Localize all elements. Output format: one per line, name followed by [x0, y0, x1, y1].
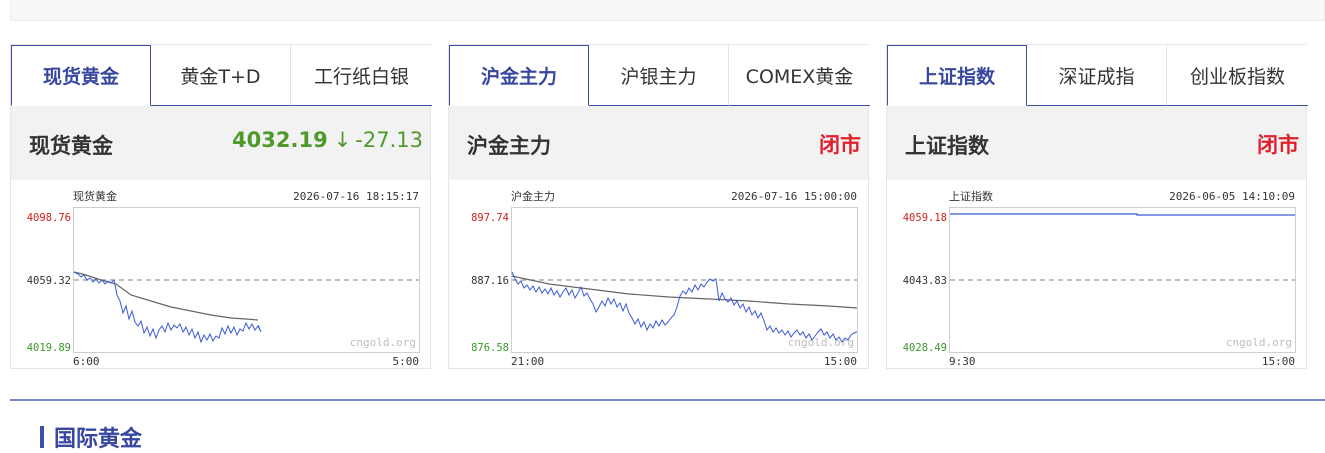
- tab-sse-composite[interactable]: 上证指数: [887, 45, 1027, 106]
- tab-bar: 沪金主力 沪银主力 COMEX黄金: [449, 45, 870, 106]
- quote-panel-shfe: 沪金主力 沪银主力 COMEX黄金 沪金主力 闭市 沪金主力 2026-07-1…: [448, 44, 870, 369]
- y-label-mid: 4059.32: [27, 275, 71, 287]
- quote-name: 上证指数: [905, 134, 989, 158]
- quote-info: 沪金主力 闭市: [449, 106, 868, 180]
- x-label-end: 15:00: [824, 355, 857, 368]
- tab-szse-component[interactable]: 深证成指: [1027, 45, 1167, 106]
- section-marker: [40, 426, 44, 448]
- x-label-end: 15:00: [1262, 355, 1295, 368]
- down-arrow-icon: ↓: [333, 128, 352, 152]
- quote-price-group: 4032.19 ↓ -27.13: [232, 128, 423, 152]
- watermark: cngold.org: [788, 336, 854, 349]
- y-label-high: 897.74: [471, 212, 509, 224]
- tab-bar: 现货黄金 黄金T+D 工行纸白银: [11, 45, 432, 106]
- intraday-chart[interactable]: 沪金主力 2026-07-16 15:00:00 897.74 887.16 8…: [449, 180, 870, 369]
- y-label-mid: 887.16: [471, 275, 509, 287]
- tab-shfe-silver[interactable]: 沪银主力: [589, 45, 729, 106]
- chart-title: 沪金主力: [511, 189, 555, 203]
- x-label-start: 6:00: [73, 355, 100, 368]
- tab-gold-td[interactable]: 黄金T+D: [151, 45, 291, 106]
- intraday-chart[interactable]: 现货黄金 2026-07-16 18:15:17 4098.76 4059.32…: [11, 180, 432, 369]
- quote-info: 现货黄金 4032.19 ↓ -27.13: [11, 106, 430, 180]
- y-label-low: 876.58: [471, 342, 509, 354]
- tab-chinext-index[interactable]: 创业板指数: [1167, 45, 1308, 106]
- quote-panel-index: 上证指数 深证成指 创业板指数 上证指数 闭市 上证指数 2026-06-05 …: [886, 44, 1308, 369]
- quote-panel-gold: 现货黄金 黄金T+D 工行纸白银 现货黄金 4032.19 ↓ -27.13 现货黄…: [10, 44, 432, 369]
- section-divider: [10, 399, 1325, 401]
- tab-comex-gold[interactable]: COMEX黄金: [729, 45, 870, 106]
- quote-price: 4032.19: [232, 128, 328, 152]
- chart-title: 现货黄金: [73, 189, 117, 203]
- chart-datetime: 2026-06-05 14:10:09: [1169, 190, 1295, 203]
- y-label-high: 4098.76: [27, 212, 71, 224]
- chart-datetime: 2026-07-16 15:00:00: [731, 190, 857, 203]
- quote-name: 沪金主力: [467, 134, 551, 158]
- tab-shfe-gold[interactable]: 沪金主力: [449, 45, 589, 106]
- chart-datetime: 2026-07-16 18:15:17: [293, 190, 419, 203]
- market-status: 闭市: [819, 133, 861, 157]
- tab-bar: 上证指数 深证成指 创业板指数: [887, 45, 1308, 106]
- quote-info: 上证指数 闭市: [887, 106, 1306, 180]
- y-label-high: 4059.18: [903, 212, 947, 224]
- x-label-start: 21:00: [511, 355, 544, 368]
- tab-icbc-paper-silver[interactable]: 工行纸白银: [291, 45, 432, 106]
- tab-spot-gold[interactable]: 现货黄金: [11, 45, 151, 106]
- x-label-end: 5:00: [393, 355, 420, 368]
- watermark: cngold.org: [1226, 336, 1292, 349]
- section-title: 国际黄金: [54, 427, 143, 452]
- y-label-mid: 4043.83: [903, 275, 947, 287]
- chart-title: 上证指数: [949, 189, 993, 203]
- quote-change: -27.13: [355, 128, 423, 152]
- x-label-start: 9:30: [949, 355, 976, 368]
- quote-name: 现货黄金: [29, 134, 113, 158]
- watermark: cngold.org: [350, 336, 416, 349]
- market-status: 闭市: [1257, 133, 1299, 157]
- y-label-low: 4019.89: [27, 342, 71, 354]
- intraday-chart[interactable]: 上证指数 2026-06-05 14:10:09 4059.18 4043.83…: [887, 180, 1308, 369]
- y-label-low: 4028.49: [903, 342, 947, 354]
- top-bar: [10, 0, 1325, 21]
- section-header: 国际黄金: [40, 424, 143, 452]
